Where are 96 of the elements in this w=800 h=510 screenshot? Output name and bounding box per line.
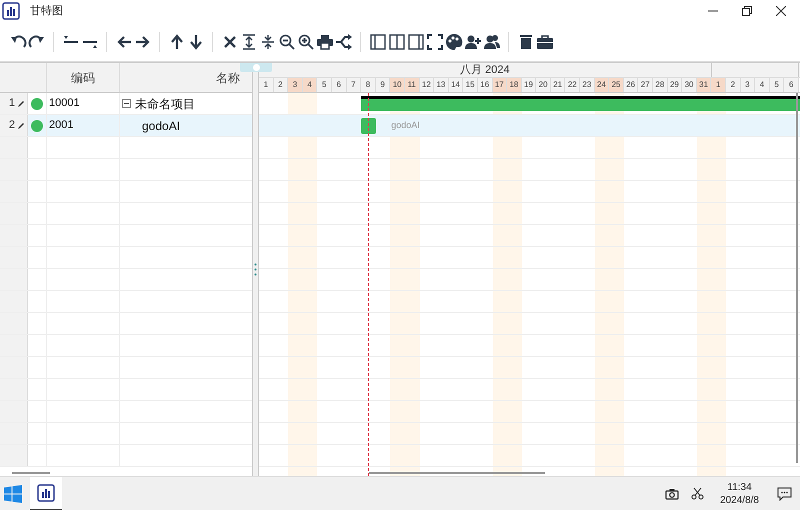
bar-label: godoAI xyxy=(391,119,420,132)
day-label: 1 xyxy=(711,78,726,92)
pencil-icon[interactable] xyxy=(18,100,25,107)
day-label: 7 xyxy=(346,78,362,92)
column-header[interactable]: 编码 xyxy=(47,63,120,92)
task-name: 未命名项目 xyxy=(135,96,195,112)
month-label: 八月 2024 xyxy=(460,63,510,78)
row-header-cell xyxy=(0,181,28,202)
row-header-cell xyxy=(0,203,28,224)
task-name: godoAI xyxy=(142,118,180,134)
restore-icon[interactable] xyxy=(742,6,752,16)
day-label: 27 xyxy=(638,78,654,92)
day-label: 13 xyxy=(434,78,449,92)
column-header[interactable]: 名称 xyxy=(120,63,252,92)
add-user-icon[interactable] xyxy=(464,32,482,50)
day-label: 8 xyxy=(361,78,376,92)
day-label: 5 xyxy=(317,78,332,92)
day-label: 12 xyxy=(420,78,434,92)
scissors-icon[interactable] xyxy=(691,487,704,500)
day-label: 6 xyxy=(332,78,347,92)
row-header-cell xyxy=(0,445,28,466)
grid-row[interactable]: 2 2001 godoAI xyxy=(0,115,252,137)
day-label: 22 xyxy=(565,78,580,92)
row-header-cell xyxy=(0,225,28,246)
day-label: 3 xyxy=(288,78,303,92)
undo-icon[interactable] xyxy=(8,32,26,50)
day-label: 29 xyxy=(668,78,682,92)
row-header-cell xyxy=(0,247,28,268)
day-label: 14 xyxy=(448,78,464,92)
day-label: 10 xyxy=(390,78,405,92)
windows-start-icon[interactable] xyxy=(4,484,22,502)
day-label: 6 xyxy=(784,78,799,92)
zoom-in-icon[interactable] xyxy=(296,32,314,50)
collapse-icon[interactable] xyxy=(122,99,131,108)
day-label: 31 xyxy=(696,78,712,92)
row-header-cell xyxy=(0,313,28,334)
briefcase-icon[interactable] xyxy=(536,32,554,50)
row-header-cell xyxy=(0,379,28,400)
window-title: 甘特图 xyxy=(30,4,63,19)
day-label: 30 xyxy=(682,78,697,92)
row-number: 1 xyxy=(8,96,15,112)
row-header-cell xyxy=(0,137,28,158)
fullscreen-icon[interactable] xyxy=(426,32,444,50)
row-header-cell xyxy=(0,269,28,290)
split-panel-icon[interactable] xyxy=(388,32,406,50)
pencil-icon[interactable] xyxy=(18,122,25,129)
notification-icon[interactable] xyxy=(777,486,792,500)
day-label: 9 xyxy=(376,78,390,92)
palette-icon[interactable] xyxy=(444,32,462,50)
camera-icon[interactable] xyxy=(665,488,680,500)
clock-date: 2024/8/8 xyxy=(720,494,759,506)
day-label: 24 xyxy=(594,78,610,92)
day-label: 15 xyxy=(463,78,478,92)
row-header-cell xyxy=(0,357,28,378)
row-header-cell xyxy=(0,335,28,356)
row-header-cell xyxy=(0,423,28,444)
right-panel-icon[interactable] xyxy=(406,32,424,50)
row-header-cell xyxy=(0,401,28,422)
app-icon xyxy=(2,2,20,20)
day-label: 19 xyxy=(522,78,536,92)
day-label: 25 xyxy=(609,78,624,92)
day-label: 1 xyxy=(259,78,274,92)
code-cell-text: 10001 xyxy=(49,96,80,112)
task-bar[interactable] xyxy=(361,118,376,134)
summary-bar[interactable] xyxy=(361,96,800,111)
chart-app-icon xyxy=(37,484,55,502)
day-label: 5 xyxy=(770,78,784,92)
close-icon[interactable] xyxy=(776,6,786,16)
row-number: 2 xyxy=(8,118,15,134)
day-label: 3 xyxy=(740,78,756,92)
day-label: 21 xyxy=(550,78,566,92)
clock-time: 11:34 xyxy=(727,480,752,494)
splitter-grip-icon[interactable] xyxy=(254,263,257,276)
day-label: 28 xyxy=(653,78,668,92)
code-cell-text: 2001 xyxy=(49,118,74,134)
link-arrows-icon[interactable] xyxy=(334,32,352,50)
day-label: 18 xyxy=(507,78,522,92)
day-label: 23 xyxy=(580,78,595,92)
redo-icon[interactable] xyxy=(28,32,46,50)
day-label: 20 xyxy=(536,78,551,92)
day-label: 2 xyxy=(274,78,288,92)
nav-dot-icon xyxy=(252,64,260,71)
day-label: 17 xyxy=(492,78,508,92)
taskbar-app-button[interactable] xyxy=(30,476,62,510)
row-header-cell xyxy=(0,291,28,312)
zoom-out-icon[interactable] xyxy=(278,32,296,50)
print-icon[interactable] xyxy=(316,32,334,50)
day-label: 11 xyxy=(404,78,420,92)
day-label: 16 xyxy=(478,78,492,92)
day-label: 4 xyxy=(755,78,770,92)
left-panel-icon[interactable] xyxy=(368,32,386,50)
users-icon[interactable] xyxy=(482,32,500,50)
day-label: 26 xyxy=(624,78,638,92)
row-header-cell xyxy=(0,159,28,180)
day-label: 2 xyxy=(726,78,741,92)
day-label: 4 xyxy=(302,78,318,92)
